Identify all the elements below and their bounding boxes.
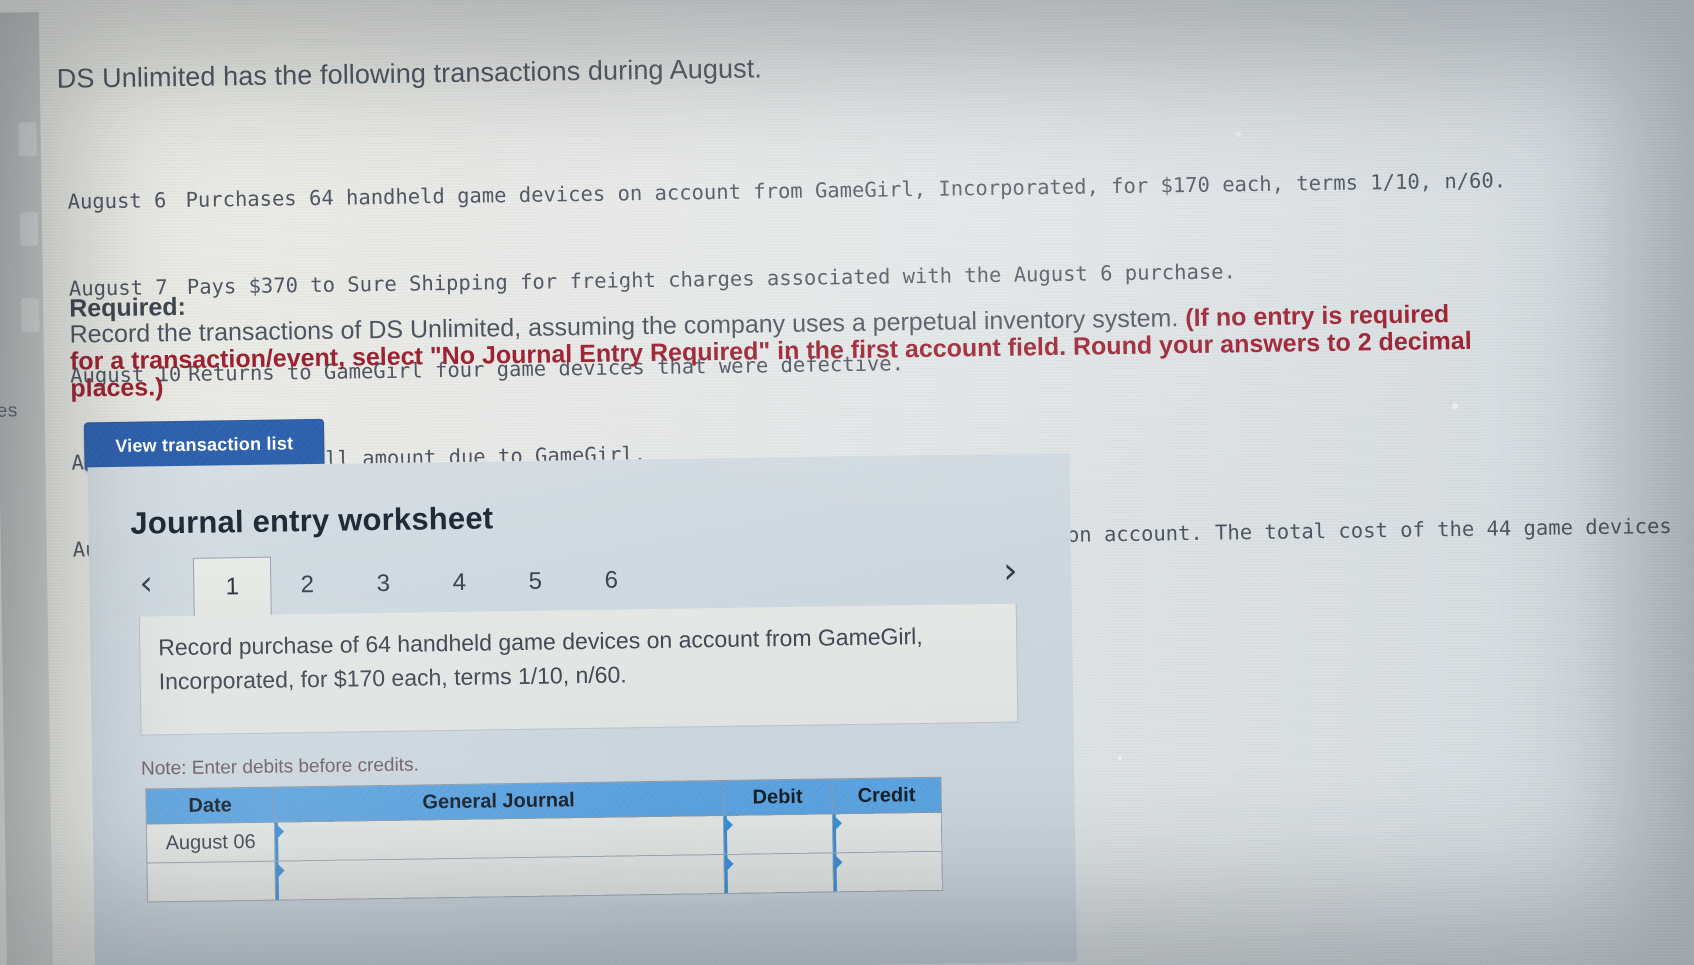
chevron-right-icon[interactable]: › (1003, 551, 1018, 592)
transaction-row: August 6 Purchases 64 handheld game devic… (67, 164, 1666, 217)
tab-1[interactable]: 1 (192, 556, 272, 617)
gutter-label: es (0, 400, 18, 422)
cell-general-journal[interactable] (274, 815, 724, 862)
cell-debit[interactable] (723, 813, 833, 855)
gutter-mark (21, 298, 40, 333)
gutter-mark (18, 122, 37, 157)
debits-before-credits-note: Note: Enter debits before credits. (140, 754, 419, 780)
cell-debit[interactable] (723, 852, 834, 894)
chevron-left-icon[interactable]: ‹ (139, 563, 153, 603)
column-header-date: Date (145, 787, 275, 825)
worksheet-description-box: Record purchase of 64 handheld game devi… (138, 603, 1019, 736)
column-header-debit: Debit (722, 778, 833, 816)
cell-general-journal[interactable] (274, 854, 725, 901)
cell-date[interactable]: August 06 (146, 822, 275, 864)
description-line-2: Incorporated, for $170 each, terms 1/10,… (158, 661, 627, 695)
screen-surface: es DS Unlimited has the following transa… (0, 0, 1694, 965)
worksheet-title: Journal entry worksheet (130, 500, 494, 541)
transaction-row: August 7 Pays $370 to Sure Shipping for f… (69, 251, 1668, 304)
page-content: es DS Unlimited has the following transa… (0, 0, 1694, 965)
cell-date[interactable] (146, 861, 276, 903)
transaction-text: Purchases 64 handheld game devices on ac… (185, 168, 1507, 212)
gutter-mark (19, 212, 39, 247)
cell-credit[interactable] (832, 851, 943, 892)
problem-intro: DS Unlimited has the following transacti… (56, 53, 763, 94)
left-gutter: es (0, 12, 54, 965)
description-line-1: Record purchase of 64 handheld game devi… (158, 623, 923, 661)
column-header-credit: Credit (831, 777, 942, 814)
photo-canvas: es DS Unlimited has the following transa… (0, 0, 1694, 965)
tab-6[interactable]: 6 (573, 551, 650, 610)
tab-2[interactable]: 2 (269, 556, 346, 615)
transaction-text: Pays $370 to Sure Shipping for freight c… (186, 259, 1237, 299)
tab-5[interactable]: 5 (497, 552, 574, 611)
general-journal-table: Date General Journal Debit Credit August… (145, 777, 943, 903)
tab-3[interactable]: 3 (345, 554, 422, 613)
cell-credit[interactable] (832, 812, 942, 853)
worksheet-description-text: Record purchase of 64 handheld game devi… (158, 618, 989, 698)
transaction-date: August 6 (67, 188, 167, 214)
tab-4[interactable]: 4 (421, 553, 498, 612)
